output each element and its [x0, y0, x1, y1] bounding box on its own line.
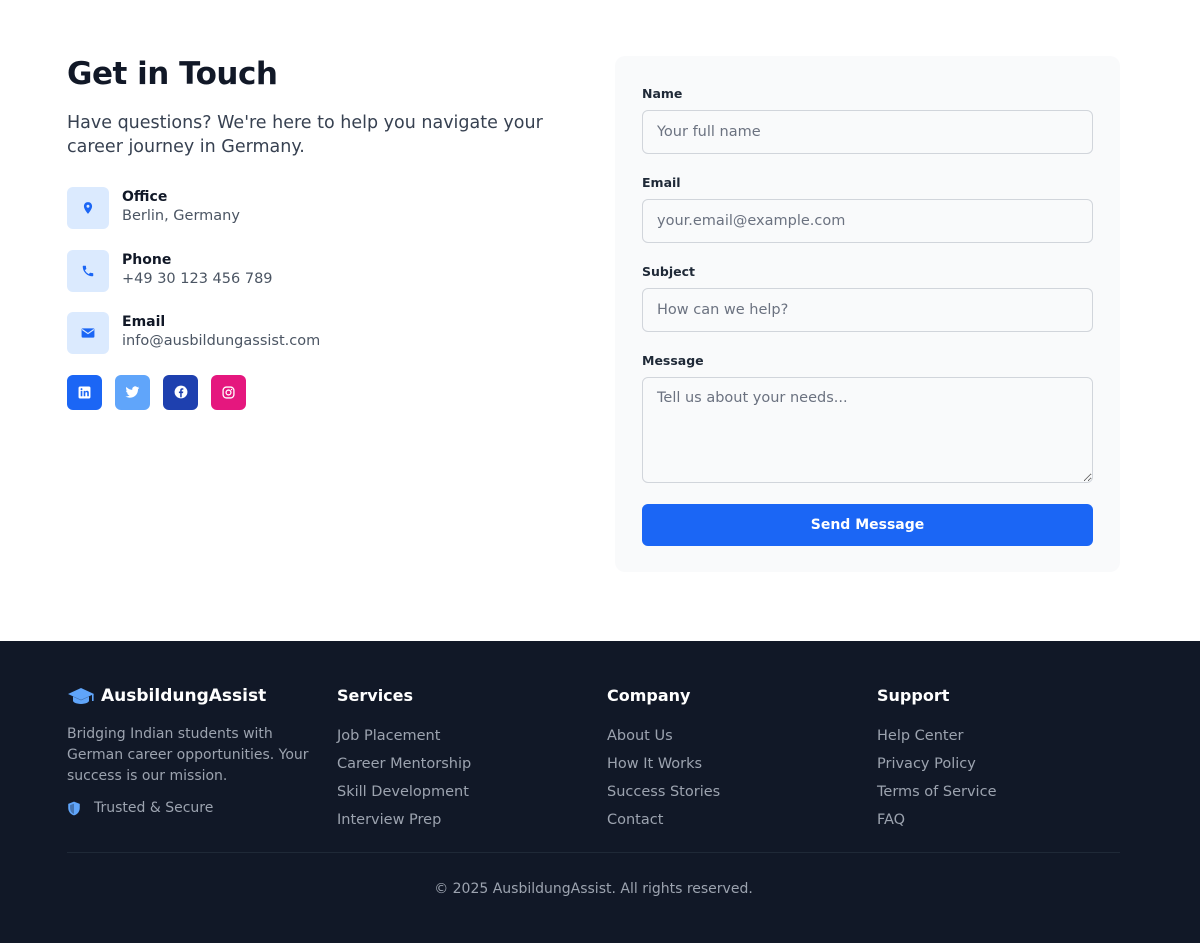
trusted-label: Trusted & Secure — [94, 800, 214, 816]
social-links — [67, 374, 567, 410]
support-heading: Support — [877, 686, 950, 705]
footer-services-column: Services Job Placement Career Mentorship… — [337, 686, 471, 834]
phone-label: Phone — [122, 251, 172, 268]
office-value: Berlin, Germany — [122, 208, 240, 224]
linkedin-icon[interactable] — [67, 374, 102, 410]
footer-brand[interactable]: AusbildungAssist — [67, 686, 312, 706]
footer-link-success-stories[interactable]: Success Stories — [607, 778, 720, 806]
footer-link-skill-development[interactable]: Skill Development — [337, 778, 471, 806]
footer-brand-name: AusbildungAssist — [101, 686, 267, 706]
site-footer: AusbildungAssist Bridging Indian student… — [0, 641, 1200, 943]
email-input[interactable] — [642, 199, 1093, 243]
contact-form: Name Email Subject Message Send Message — [615, 56, 1120, 572]
copyright-text: © 2025 AusbildungAssist. All rights rese… — [434, 881, 753, 897]
footer-link-contact[interactable]: Contact — [607, 806, 720, 834]
footer-support-column: Support Help Center Privacy Policy Terms… — [877, 686, 996, 834]
phone-info: Phone +49 30 123 456 789 — [67, 249, 567, 292]
contact-intro: Have questions? We're here to help you n… — [67, 113, 543, 157]
send-message-button[interactable]: Send Message — [642, 504, 1093, 546]
message-textarea[interactable] — [642, 377, 1093, 483]
company-heading: Company — [607, 686, 691, 705]
message-label: Message — [642, 353, 704, 368]
contact-section: Get in Touch Have questions? We're here … — [0, 0, 1200, 641]
twitter-icon[interactable] — [115, 374, 150, 410]
page-title: Get in Touch — [67, 56, 278, 92]
subject-label: Subject — [642, 264, 695, 279]
office-label: Office — [122, 189, 168, 205]
phone-value: +49 30 123 456 789 — [122, 270, 273, 287]
footer-link-terms-of-service[interactable]: Terms of Service — [877, 778, 996, 806]
facebook-icon[interactable] — [163, 374, 198, 410]
envelope-icon — [67, 312, 109, 354]
email-field-label: Email — [642, 175, 681, 190]
office-info: Office Berlin, Germany — [67, 187, 567, 229]
footer-link-job-placement[interactable]: Job Placement — [337, 722, 471, 750]
footer-link-help-center[interactable]: Help Center — [877, 722, 996, 750]
email-label: Email — [122, 314, 166, 330]
footer-link-how-it-works[interactable]: How It Works — [607, 750, 720, 778]
shield-icon — [68, 801, 80, 815]
contact-info-list: Office Berlin, Germany Phone +49 30 123 … — [67, 187, 567, 354]
footer-link-privacy-policy[interactable]: Privacy Policy — [877, 750, 996, 778]
footer-link-faq[interactable]: FAQ — [877, 806, 996, 834]
footer-link-about-us[interactable]: About Us — [607, 722, 720, 750]
phone-icon — [67, 249, 109, 292]
trusted-badge: Trusted & Secure — [67, 800, 312, 816]
instagram-icon[interactable] — [211, 374, 246, 410]
services-heading: Services — [337, 686, 414, 705]
email-info: Email info@ausbildungassist.com — [67, 312, 567, 354]
email-value[interactable]: info@ausbildungassist.com — [122, 331, 320, 352]
subject-input[interactable] — [642, 288, 1093, 332]
footer-divider — [67, 852, 1120, 853]
name-label: Name — [642, 86, 683, 101]
contact-info-panel: Get in Touch Have questions? We're here … — [67, 55, 567, 410]
name-input[interactable] — [642, 110, 1093, 154]
footer-company-column: Company About Us How It Works Success St… — [607, 686, 720, 834]
footer-description: Bridging Indian students with German car… — [67, 726, 309, 784]
footer-brand-column: AusbildungAssist Bridging Indian student… — [67, 686, 312, 816]
graduation-cap-icon — [68, 688, 94, 704]
footer-link-career-mentorship[interactable]: Career Mentorship — [337, 750, 471, 778]
footer-link-interview-prep[interactable]: Interview Prep — [337, 806, 471, 834]
map-pin-icon — [67, 187, 109, 229]
